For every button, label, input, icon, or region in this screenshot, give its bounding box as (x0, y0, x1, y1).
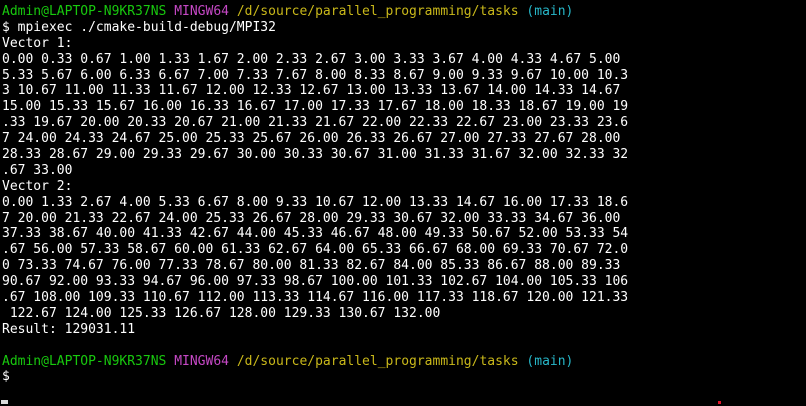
output-line: .33 19.67 20.00 20.33 20.67 21.00 21.33 … (2, 115, 629, 131)
red-dot-marker (718, 401, 721, 404)
prompt-shell: MINGW64 (174, 353, 229, 369)
output-line: 28.33 28.67 29.00 29.33 29.67 30.00 30.3… (2, 147, 629, 163)
terminal-window[interactable]: Admin@LAPTOP-N9KR37NS MINGW64 /d/source/… (0, 0, 806, 406)
prompt-line: Admin@LAPTOP-N9KR37NS MINGW64 /d/source/… (2, 354, 806, 370)
command-line: $ mpiexec ./cmake-build-debug/MPI32 (2, 19, 276, 35)
prompt-shell: MINGW64 (174, 4, 229, 19)
output-line: 7 20.00 21.33 22.67 24.00 25.33 26.67 28… (2, 210, 621, 226)
output-line: Vector 2: (2, 178, 73, 194)
output-line: 37.33 38.67 40.00 41.33 42.67 44.00 45.3… (2, 226, 629, 242)
result-line: Result: 129031.11 (2, 321, 136, 337)
output-line: 0.00 0.33 0.67 1.00 1.33 1.67 2.00 2.33 … (2, 51, 621, 67)
prompt-branch: (main) (526, 4, 574, 19)
text-cursor (1, 400, 8, 404)
prompt-user-host: Admin@LAPTOP-N9KR37NS (2, 353, 167, 369)
output-line: 90.67 92.00 93.33 94.67 96.00 97.33 98.6… (2, 274, 629, 290)
prompt-user-host: Admin@LAPTOP-N9KR37NS (2, 4, 167, 19)
output-line: .67 108.00 109.33 110.67 112.00 113.33 1… (2, 290, 629, 306)
output-line: .67 33.00 (2, 162, 73, 178)
output-line: 0 73.33 74.67 76.00 77.33 78.67 80.00 81… (2, 258, 621, 274)
output-line: .67 56.00 57.33 58.67 60.00 61.33 62.67 … (2, 242, 629, 258)
output-line: 5.33 5.67 6.00 6.33 6.67 7.00 7.33 7.67 … (2, 67, 629, 83)
output-line: Vector 1: (2, 35, 73, 51)
prompt-branch: (main) (526, 353, 574, 369)
prompt-path: /d/source/parallel_programming/tasks (236, 353, 519, 369)
output-line: 3 10.67 11.00 11.33 11.67 12.00 12.33 12… (2, 83, 621, 99)
output-line: 0.00 1.33 2.67 4.00 5.33 6.67 8.00 9.33 … (2, 194, 629, 210)
prompt-path: /d/source/parallel_programming/tasks (236, 4, 519, 19)
output-line: 7 24.00 24.33 24.67 25.00 25.33 25.67 26… (2, 131, 621, 147)
prompt-symbol-line: $ (2, 369, 10, 385)
output-line: 15.00 15.33 15.67 16.00 16.33 16.67 17.0… (2, 99, 629, 115)
output-line: 122.67 124.00 125.33 126.67 128.00 129.3… (2, 305, 441, 321)
prompt-line: Admin@LAPTOP-N9KR37NS MINGW64 /d/source/… (2, 4, 806, 20)
